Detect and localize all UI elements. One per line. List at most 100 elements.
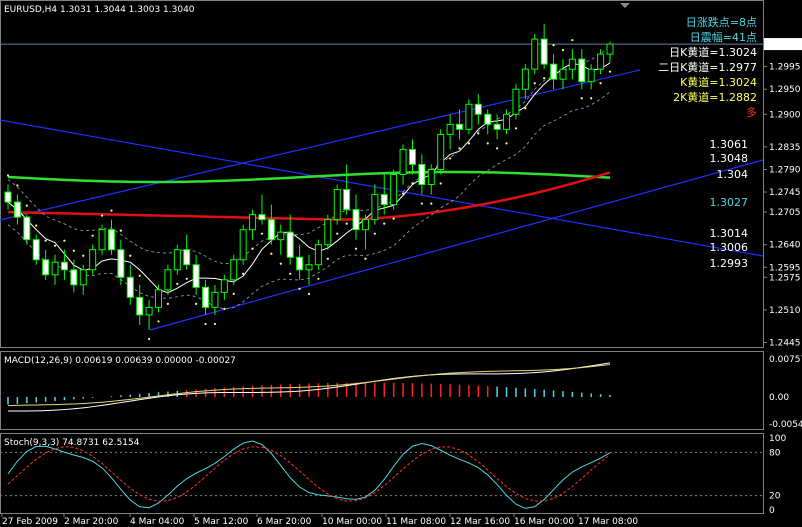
sar-dot — [496, 147, 499, 150]
candle-body — [107, 229, 115, 251]
sar-dot — [232, 292, 235, 295]
sar-dot — [383, 222, 386, 225]
macd-axis-label: 0.00 — [769, 393, 789, 403]
candle-body — [324, 219, 332, 246]
candle-body — [512, 88, 520, 115]
candle-body — [587, 68, 595, 83]
sar-dot — [166, 302, 170, 305]
sar-dot — [53, 244, 57, 247]
sar-dot — [477, 132, 480, 135]
candle-body — [361, 219, 369, 231]
time-axis-label: 5 Mar 12:00 — [194, 517, 249, 527]
sar-dot — [110, 209, 113, 212]
candle-body — [465, 103, 473, 130]
level-label: 1.3014 — [710, 227, 749, 240]
candle-body — [220, 279, 228, 293]
sar-dot — [63, 239, 66, 242]
sar-dot — [373, 232, 376, 235]
sar-dot — [590, 97, 593, 100]
candle-body — [314, 244, 322, 266]
candle-body — [578, 58, 586, 83]
sar-dot — [91, 234, 94, 237]
candle-body — [597, 53, 605, 70]
sar-dot — [260, 232, 264, 235]
candle-body — [192, 264, 200, 288]
sar-dot — [16, 184, 19, 187]
candle-body — [352, 209, 360, 231]
candle-body — [136, 296, 144, 316]
sar-dot — [420, 202, 423, 205]
candle-body — [305, 264, 313, 271]
level-label: 1.2993 — [710, 257, 749, 270]
candle-body — [380, 194, 388, 206]
sar-dot — [195, 302, 198, 305]
candle-body — [145, 306, 153, 316]
sar-dot — [345, 222, 348, 225]
time-axis-label: 10 Mar 00:00 — [322, 517, 382, 527]
stoch-axis-label: 80 — [769, 448, 781, 458]
sar-dot — [6, 174, 10, 177]
info-line: 二日K黄道=1.2977 — [658, 60, 757, 74]
candle-body — [155, 289, 162, 308]
candle-body — [540, 38, 548, 65]
sar-dot — [392, 217, 395, 220]
level-label: 1.3006 — [710, 241, 749, 254]
candle-body — [79, 269, 87, 286]
candle-body — [606, 43, 614, 55]
candle-body — [399, 148, 407, 175]
candle-body — [13, 201, 21, 218]
time-axis-label: 16 Mar 00:00 — [514, 517, 574, 527]
stoch-axis-label: 100 — [769, 434, 786, 444]
price-axis-label: 1.2575 — [769, 273, 801, 283]
sar-dot — [326, 257, 329, 260]
candle-body — [446, 123, 454, 135]
candle-body — [418, 163, 426, 186]
sar-dot — [430, 202, 433, 205]
candle-body — [23, 216, 31, 241]
sar-dot — [514, 127, 518, 130]
candle-body — [42, 259, 50, 276]
info-line: 日涨跌点=8点 — [686, 15, 757, 29]
candle-body — [550, 63, 558, 80]
price-axis-label: 1.2835 — [769, 143, 801, 153]
candle-body — [493, 123, 501, 130]
sar-dot — [307, 292, 311, 295]
stoch-k-line — [7, 440, 611, 509]
time-axis-label: 4 Mar 04:00 — [130, 517, 185, 527]
level-label: 1.3048 — [710, 152, 749, 165]
sar-dot — [411, 182, 414, 185]
candle-body — [474, 103, 482, 115]
candle-body — [202, 286, 210, 308]
candle-body — [343, 189, 351, 211]
candle-body — [51, 261, 59, 276]
sar-dot — [147, 337, 151, 341]
trendline-channel-blue — [0, 69, 641, 221]
sar-dot — [100, 214, 104, 217]
sar-dot — [204, 322, 207, 326]
candle-body — [568, 58, 576, 70]
macd-axis-label: -0.00542 — [769, 420, 802, 430]
time-axis-label: 12 Mar 16:00 — [450, 517, 510, 527]
sar-dot — [82, 254, 85, 257]
time-axis-label: 17 Mar 08:00 — [578, 517, 638, 527]
candle-body — [456, 123, 463, 130]
price-axis-label: 1.2995 — [769, 63, 801, 73]
candle-body — [32, 239, 40, 261]
sar-dot — [336, 232, 339, 235]
candle-body — [258, 214, 266, 221]
info-line: K黄道=1.3024 — [680, 75, 757, 89]
sar-dot — [25, 204, 28, 207]
sar-dot — [467, 142, 471, 145]
candle-body — [230, 259, 238, 281]
candle-body — [267, 219, 275, 241]
sar-dot — [524, 107, 527, 110]
candle-body — [503, 113, 511, 130]
sar-dot — [298, 287, 301, 290]
sar-dot — [251, 247, 254, 250]
sar-dot — [129, 254, 132, 257]
sar-dot — [279, 262, 282, 265]
sar-dot — [35, 224, 38, 227]
chart-svg: 1.30401.29951.29501.29001.28351.27901.27… — [0, 0, 802, 527]
sar-dot — [533, 82, 536, 85]
sar-dot — [543, 77, 546, 80]
